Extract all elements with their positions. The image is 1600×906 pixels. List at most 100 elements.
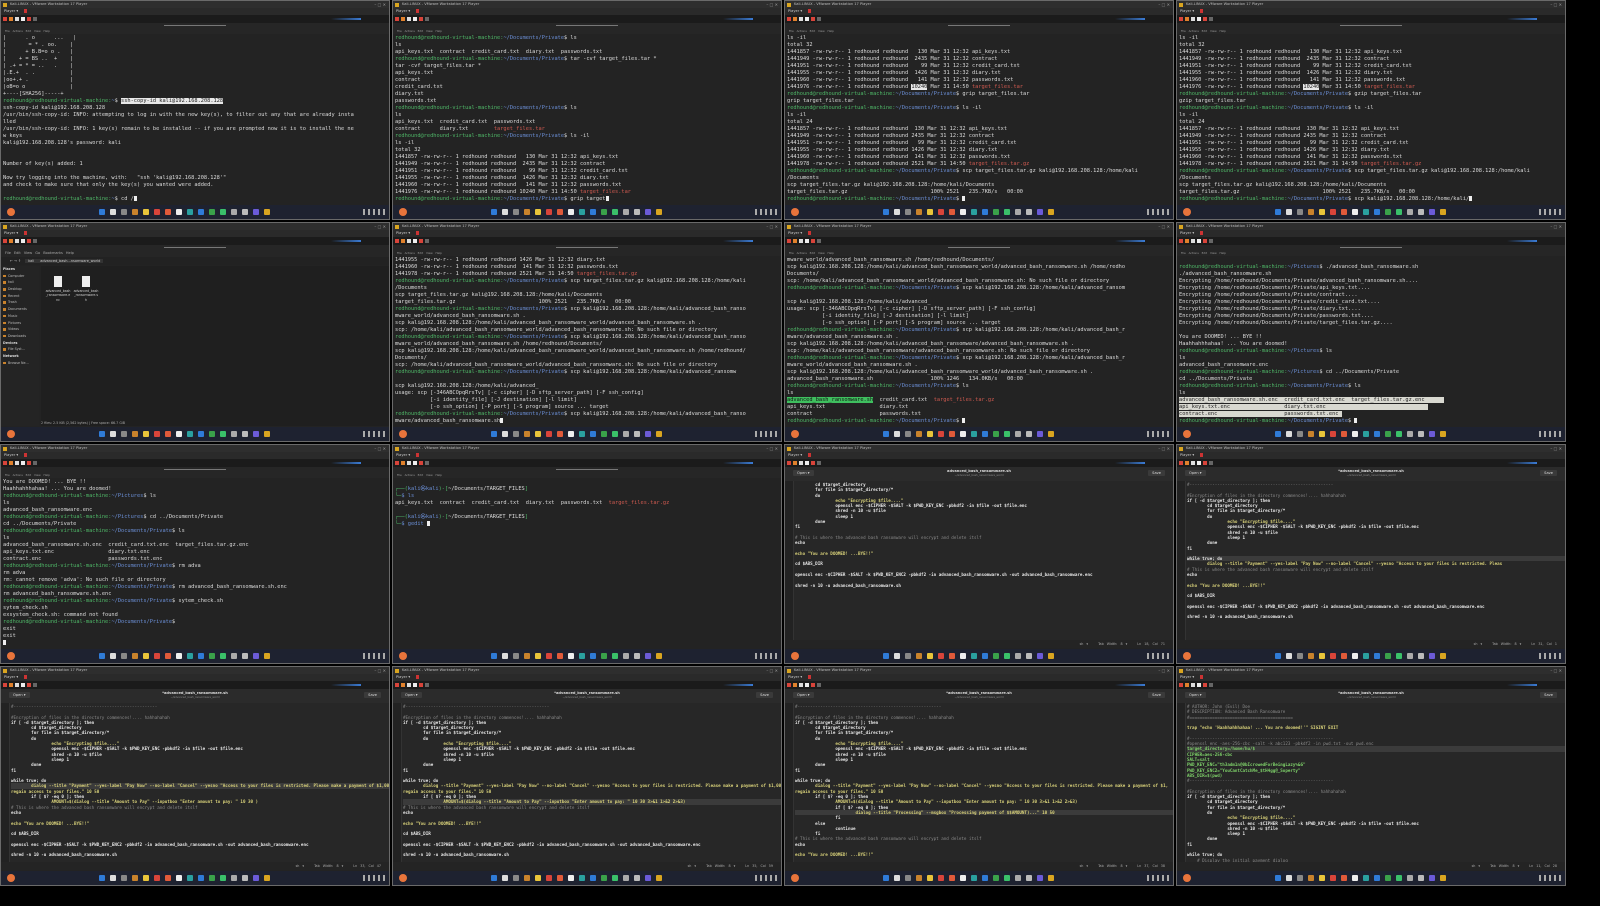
taskbar-app-icon[interactable] [1319, 431, 1325, 437]
taskbar-app-icon[interactable] [1396, 209, 1402, 215]
taskbar-app-icon[interactable] [1440, 209, 1446, 215]
taskbar-app-icon[interactable] [993, 431, 999, 437]
panel-app-icon[interactable] [15, 683, 19, 687]
terminal-menu-bar[interactable]: File Actions Edit View Help [393, 250, 781, 256]
taskbar-app-icon[interactable] [905, 209, 911, 215]
taskbar-app-icon[interactable] [1319, 875, 1325, 881]
taskbar-app-icon[interactable] [634, 653, 640, 659]
taskbar-app-icon[interactable] [513, 875, 519, 881]
panel-app-icon[interactable] [793, 461, 797, 465]
pause-icon[interactable] [808, 9, 812, 13]
taskbar-app-icon[interactable] [960, 653, 966, 659]
system-tray[interactable] [363, 653, 385, 659]
taskbar-app-icon[interactable] [513, 431, 519, 437]
taskbar-app-icon[interactable] [176, 431, 182, 437]
taskbar-app-icon[interactable] [1048, 431, 1054, 437]
pause-icon[interactable] [808, 453, 812, 457]
taskbar-app-icon[interactable] [546, 653, 552, 659]
taskbar-app-icon[interactable] [590, 875, 596, 881]
taskbar-app-icon[interactable] [1407, 653, 1413, 659]
taskbar-app-icon[interactable] [1330, 209, 1336, 215]
pause-icon[interactable] [808, 231, 812, 235]
window-controls[interactable]: – □ ✕ [374, 1, 386, 8]
terminal-menu-bar[interactable]: File Actions Edit View Help [393, 472, 781, 478]
pause-icon[interactable] [416, 9, 420, 13]
taskbar-app-icon[interactable] [198, 653, 204, 659]
taskbar-app-icon[interactable] [656, 431, 662, 437]
taskbar-app-icon[interactable] [634, 875, 640, 881]
terminal-menu-bar[interactable]: File Actions Edit View Help [1, 28, 389, 34]
panel-app-icon[interactable] [1179, 461, 1183, 465]
taskbar-app-icon[interactable] [524, 653, 530, 659]
taskbar-app-icon[interactable] [220, 209, 226, 215]
taskbar-app-icon[interactable] [491, 209, 497, 215]
taskbar-app-icon[interactable] [1297, 431, 1303, 437]
taskbar-app-icon[interactable] [927, 431, 933, 437]
window-controls[interactable]: – □ ✕ [1158, 445, 1170, 452]
system-tray[interactable] [1147, 431, 1169, 437]
taskbar-app-icon[interactable] [949, 431, 955, 437]
taskbar-app-icon[interactable] [612, 209, 618, 215]
taskbar-app-icon[interactable] [993, 653, 999, 659]
system-tray[interactable] [755, 875, 777, 881]
window-controls[interactable]: – □ ✕ [1158, 223, 1170, 230]
editor-text-area[interactable]: #---------------------------------------… [1177, 481, 1565, 640]
taskbar-app-icon[interactable] [938, 431, 944, 437]
taskbar-app-icon[interactable] [143, 209, 149, 215]
window-controls[interactable]: – □ ✕ [1550, 223, 1562, 230]
taskbar-app-icon[interactable] [568, 431, 574, 437]
taskbar-app-icon[interactable] [99, 431, 105, 437]
panel-app-icon[interactable] [425, 17, 429, 21]
panel-app-icon[interactable] [793, 683, 797, 687]
taskbar-app-icon[interactable] [1341, 431, 1347, 437]
taskbar-app-icon[interactable] [579, 431, 585, 437]
taskbar-app-icon[interactable] [502, 875, 508, 881]
system-tray[interactable] [1539, 431, 1561, 437]
taskbar-app-icon[interactable] [1037, 209, 1043, 215]
player-menu[interactable]: Player ▾ [396, 9, 410, 13]
taskbar-app-icon[interactable] [1407, 431, 1413, 437]
taskbar-app-icon[interactable] [1026, 653, 1032, 659]
system-tray[interactable] [1539, 209, 1561, 215]
pause-icon[interactable] [24, 675, 28, 679]
firefox-icon[interactable] [1183, 430, 1191, 438]
taskbar-app-icon[interactable] [568, 209, 574, 215]
taskbar-app-icon[interactable] [971, 431, 977, 437]
taskbar-app-icon[interactable] [524, 875, 530, 881]
panel-app-icon[interactable] [413, 239, 417, 243]
save-button[interactable]: Save [1148, 470, 1165, 476]
taskbar-app-icon[interactable] [612, 875, 618, 881]
taskbar-app-icon[interactable] [1418, 653, 1424, 659]
taskbar-app-icon[interactable] [143, 653, 149, 659]
sidebar-item[interactable]: Videos [1, 326, 39, 333]
taskbar-app-icon[interactable] [1385, 653, 1391, 659]
system-tray[interactable] [755, 431, 777, 437]
taskbar-app-icon[interactable] [1297, 653, 1303, 659]
taskbar-app-icon[interactable] [264, 209, 270, 215]
taskbar-app-icon[interactable] [623, 431, 629, 437]
player-menu[interactable]: Player ▾ [396, 231, 410, 235]
taskbar-app-icon[interactable] [1048, 875, 1054, 881]
window-controls[interactable]: – □ ✕ [1158, 667, 1170, 674]
taskbar-app-icon[interactable] [1319, 209, 1325, 215]
player-menu[interactable]: Player ▾ [396, 453, 410, 457]
taskbar-app-icon[interactable] [601, 653, 607, 659]
terminal-output[interactable]: You are DOOMED! ... BYE !! Haahhahhhahaa!… [3, 479, 387, 648]
panel-app-icon[interactable] [1209, 461, 1213, 465]
language-selector[interactable]: sh ▾ [1080, 864, 1089, 868]
taskbar-app-icon[interactable] [165, 653, 171, 659]
taskbar-app-icon[interactable] [1374, 875, 1380, 881]
panel-app-icon[interactable] [1191, 239, 1195, 243]
file-item[interactable]: advanced_bash_ransomware.sh [73, 276, 99, 302]
panel-app-icon[interactable] [9, 17, 13, 21]
taskbar-app-icon[interactable] [1429, 875, 1435, 881]
panel-app-icon[interactable] [817, 17, 821, 21]
taskbar-app-icon[interactable] [949, 875, 955, 881]
save-button[interactable]: Save [756, 692, 773, 698]
taskbar-app-icon[interactable] [982, 875, 988, 881]
taskbar-app-icon[interactable] [1037, 875, 1043, 881]
taskbar-app-icon[interactable] [231, 431, 237, 437]
window-controls[interactable]: – □ ✕ [374, 223, 386, 230]
panel-app-icon[interactable] [419, 683, 423, 687]
taskbar-app-icon[interactable] [132, 209, 138, 215]
